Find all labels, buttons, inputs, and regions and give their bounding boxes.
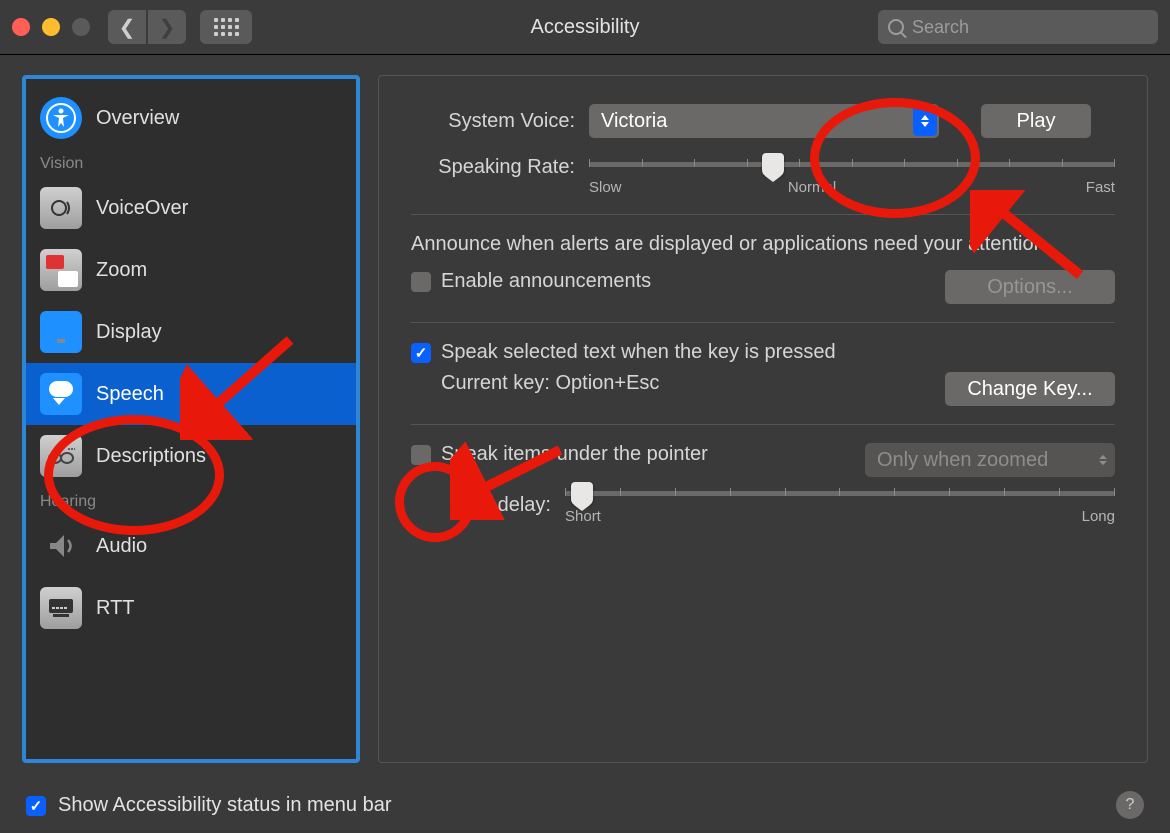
delay-slider[interactable]: Short Long	[565, 485, 1115, 525]
voiceover-icon	[40, 187, 82, 229]
play-button[interactable]: Play	[981, 104, 1091, 138]
back-button[interactable]: ❮	[108, 10, 146, 44]
footer: Show Accessibility status in menu bar ?	[26, 791, 1144, 819]
nav-buttons: ❮ ❯	[108, 10, 186, 44]
speaking-rate-slider[interactable]: Slow Normal Fast	[589, 156, 1115, 196]
speak-selected-checkbox[interactable]	[411, 343, 431, 363]
sidebar-item-rtt[interactable]: RTT	[26, 577, 356, 639]
system-voice-select[interactable]: Victoria	[589, 104, 939, 138]
pointer-mode-value: Only when zoomed	[877, 449, 1048, 472]
sidebar-item-label: Descriptions	[96, 445, 206, 468]
sidebar-item-label: VoiceOver	[96, 197, 188, 220]
speak-pointer-label: Speak items under the pointer	[441, 443, 708, 466]
chevron-right-icon: ❯	[159, 15, 176, 40]
window-title: Accessibility	[531, 16, 640, 39]
settings-panel: System Voice: Victoria Play Speaking Rat…	[378, 75, 1148, 763]
delay-tick-long: Long	[932, 508, 1115, 525]
help-button[interactable]: ?	[1116, 791, 1144, 819]
rate-tick-fast: Fast	[940, 179, 1115, 196]
select-arrows-icon	[1099, 455, 1107, 465]
change-key-button[interactable]: Change Key...	[945, 372, 1115, 406]
separator	[411, 424, 1115, 425]
display-icon	[40, 311, 82, 353]
titlebar: ❮ ❯ Accessibility Search	[0, 0, 1170, 55]
announce-description: Announce when alerts are displayed or ap…	[411, 233, 1115, 256]
pointer-mode-select[interactable]: Only when zoomed	[865, 443, 1115, 477]
sidebar-item-label: Display	[96, 321, 162, 344]
help-icon: ?	[1126, 796, 1135, 814]
fullscreen-window-button[interactable]	[72, 18, 90, 36]
delay-tick-short: Short	[565, 508, 748, 525]
search-icon	[888, 19, 904, 35]
descriptions-icon	[40, 435, 82, 477]
grid-icon	[214, 18, 239, 36]
sidebar-item-label: RTT	[96, 597, 135, 620]
speak-selected-label: Speak selected text when the key is pres…	[441, 341, 836, 364]
audio-icon	[40, 525, 82, 567]
sidebar-item-audio[interactable]: Audio	[26, 515, 356, 577]
slider-handle-icon[interactable]	[762, 153, 784, 177]
sidebar-item-label: Zoom	[96, 259, 147, 282]
rate-tick-normal: Normal	[724, 179, 899, 196]
accessibility-icon	[40, 97, 82, 139]
enable-announcements-label: Enable announcements	[441, 270, 651, 293]
announce-options-button[interactable]: Options...	[945, 270, 1115, 304]
system-voice-label: System Voice:	[411, 110, 575, 133]
select-arrows-icon	[913, 106, 937, 136]
separator	[411, 214, 1115, 215]
zoom-icon	[40, 249, 82, 291]
sidebar-item-zoom[interactable]: Zoom	[26, 239, 356, 301]
search-placeholder: Search	[912, 17, 969, 38]
show-status-label: Show Accessibility status in menu bar	[58, 794, 392, 817]
sidebar-section-hearing: Hearing	[26, 487, 356, 515]
chevron-left-icon: ❮	[119, 15, 136, 40]
separator	[411, 322, 1115, 323]
slider-handle-icon[interactable]	[571, 482, 593, 506]
speaking-rate-label: Speaking Rate:	[411, 156, 575, 179]
search-input[interactable]: Search	[878, 10, 1158, 44]
after-delay-label: After delay:	[441, 494, 551, 517]
sidebar-item-descriptions[interactable]: Descriptions	[26, 425, 356, 487]
sidebar-item-label: Speech	[96, 383, 164, 406]
rtt-icon	[40, 587, 82, 629]
sidebar-item-display[interactable]: Display	[26, 301, 356, 363]
minimize-window-button[interactable]	[42, 18, 60, 36]
sidebar-item-label: Overview	[96, 107, 179, 130]
sidebar-item-speech[interactable]: Speech	[26, 363, 356, 425]
sidebar-section-vision: Vision	[26, 149, 356, 177]
system-voice-value: Victoria	[601, 110, 667, 133]
speak-pointer-checkbox[interactable]	[411, 445, 431, 465]
show-status-checkbox[interactable]	[26, 796, 46, 816]
sidebar-item-voiceover[interactable]: VoiceOver	[26, 177, 356, 239]
forward-button[interactable]: ❯	[148, 10, 186, 44]
close-window-button[interactable]	[12, 18, 30, 36]
speech-icon	[40, 373, 82, 415]
current-key-label: Current key: Option+Esc	[441, 372, 659, 395]
sidebar: Overview Vision VoiceOver Zoom Display S…	[22, 75, 360, 763]
window-controls	[12, 18, 90, 36]
show-all-button[interactable]	[200, 10, 252, 44]
sidebar-item-label: Audio	[96, 535, 147, 558]
content-area: Overview Vision VoiceOver Zoom Display S…	[0, 55, 1170, 775]
enable-announcements-checkbox[interactable]	[411, 272, 431, 292]
sidebar-item-overview[interactable]: Overview	[26, 87, 356, 149]
